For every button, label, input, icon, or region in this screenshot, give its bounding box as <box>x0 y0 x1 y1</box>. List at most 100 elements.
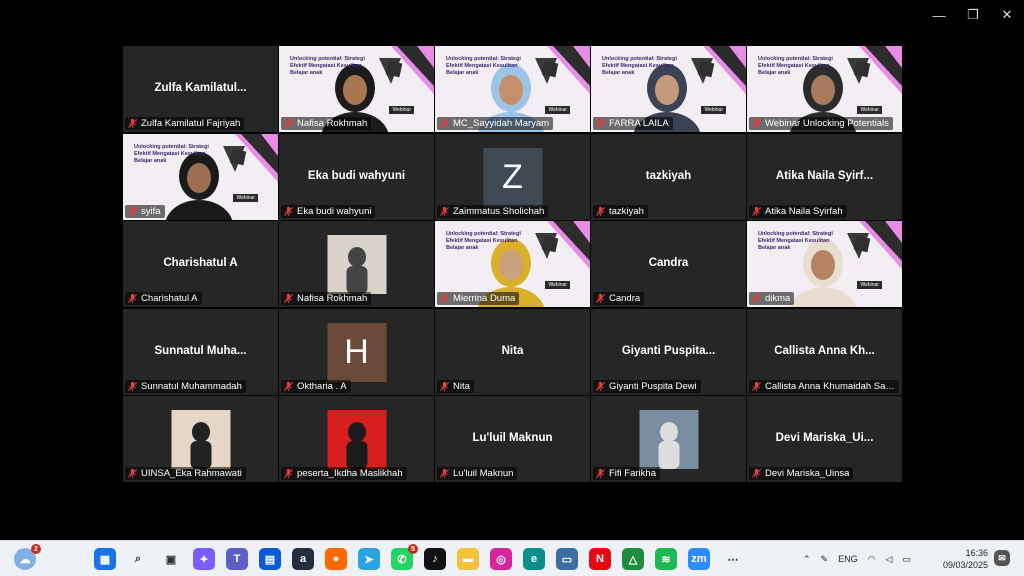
close-button[interactable]: ✕ <box>990 0 1024 30</box>
remote-desktop-icon[interactable]: ▭ <box>556 548 578 570</box>
file-explorer-icon[interactable]: ▬ <box>457 548 479 570</box>
more-icon[interactable]: ⋯ <box>722 548 744 570</box>
participant-tile[interactable]: Nita Nita <box>435 308 590 395</box>
participant-tile[interactable]: Nafisa Rokhmah <box>279 221 434 307</box>
participant-tile[interactable]: Callista Anna Kh... Callista Anna Khumaid… <box>747 308 902 395</box>
participant-tile[interactable]: Lu'luil Maknun Lu'luil Maknun <box>435 396 590 482</box>
participant-display-name: Giyanti Puspita... <box>621 344 716 357</box>
mic-muted-icon <box>751 206 762 216</box>
task-view-icon[interactable]: ▣ <box>160 548 182 570</box>
participant-name-bar: Giyanti Puspita Dewi <box>593 379 701 393</box>
participant-name-label: Nafisa Rokhmah <box>297 118 368 129</box>
amazon-icon[interactable]: a <box>292 548 314 570</box>
participant-tile[interactable]: Unlocking potential: Strategi Efektif Me… <box>435 221 590 307</box>
tiktok-icon[interactable]: ♪ <box>424 548 446 570</box>
profile-photo <box>327 235 386 294</box>
participant-name-label: dikma <box>765 293 791 304</box>
teams-icon[interactable]: T <box>226 548 248 570</box>
participant-name-bar: Webinar Unlocking Potentials <box>749 117 893 130</box>
participant-tile[interactable]: Unlocking potential: Strategi Efektif Me… <box>747 46 902 132</box>
participant-tile[interactable]: Unlocking potential: Strategi Efektif Me… <box>591 46 746 132</box>
participant-tile[interactable]: Unlocking potential: Strategi Efektif Me… <box>123 133 278 220</box>
windows-start-icon[interactable]: ▦ <box>94 548 116 570</box>
mic-muted-icon <box>595 381 606 391</box>
instagram-icon[interactable]: ◎ <box>490 548 512 570</box>
speaker-icon[interactable]: ◁ <box>885 554 892 565</box>
mic-muted-icon <box>439 206 450 216</box>
weather-icon[interactable]: ☁ 2 <box>14 544 41 570</box>
participant-tile[interactable]: Eka budi wahyuni Eka budi wahyuni <box>279 133 434 220</box>
participant-name-label: syifa <box>141 205 161 217</box>
participant-name-label: Nafisa Rokhmah <box>297 293 368 304</box>
wifi-icon[interactable]: ◠ <box>868 554 876 565</box>
slide-tag: Webinar <box>545 281 570 289</box>
notifications-icon[interactable]: ✉ <box>994 550 1010 566</box>
participant-tile[interactable]: UINSA_Eka Rahmawati <box>123 396 278 482</box>
participant-tile[interactable]: Candra Candra <box>591 221 746 307</box>
participant-tile[interactable]: H Oktharia . A <box>279 308 434 395</box>
slide-title: Unlocking potential: Strategi Efektif Me… <box>134 143 209 164</box>
mic-muted-icon <box>751 293 762 304</box>
profile-photo-image <box>327 235 386 294</box>
battery-icon[interactable]: ▭ <box>902 554 911 565</box>
spotify-icon[interactable]: ≋ <box>655 548 677 570</box>
whatsapp-icon[interactable]: ✆ 5 <box>391 544 418 570</box>
participant-tile[interactable]: Charishatul A Charishatul A <box>123 221 278 307</box>
participant-name-bar: peserta_Ikdha Maslikhah <box>281 467 407 480</box>
participant-name-label: Zulfa Kamilatul Fajriyah <box>141 118 241 129</box>
netflix-icon[interactable]: N <box>589 548 611 570</box>
participant-name-bar: Sunnatul Muhammadah <box>125 379 246 393</box>
participant-tile[interactable]: Atika Naila Syirf... Atika Naila Syirfah <box>747 133 902 220</box>
mic-muted-icon <box>595 293 606 304</box>
participant-display-name: Atika Naila Syirf... <box>775 169 874 182</box>
telegram-icon[interactable]: ➤ <box>358 548 380 570</box>
firefox-icon[interactable]: ● <box>325 548 347 570</box>
participant-display-name: Devi Mariska_Ui... <box>775 432 874 444</box>
participant-avatar: Z <box>483 147 542 207</box>
participant-name-bar: Devi Mariska_Uinsa <box>749 467 854 480</box>
participant-tile[interactable]: Giyanti Puspita... Giyanti Puspita Dewi <box>591 308 746 395</box>
mic-muted-icon <box>751 118 762 129</box>
language-indicator[interactable]: ENG <box>838 554 858 564</box>
participant-tile[interactable]: Unlocking potential: Strategi Efektif Me… <box>279 46 434 132</box>
slide-tag: Webinar <box>857 281 882 289</box>
participant-tile[interactable]: peserta_Ikdha Maslikhah <box>279 396 434 482</box>
edge-icon[interactable]: e <box>523 548 545 570</box>
search-icon[interactable]: ⌕ <box>127 548 149 570</box>
profile-photo <box>327 410 386 469</box>
participant-tile[interactable]: Devi Mariska_Ui... Devi Mariska_Uinsa <box>747 396 902 482</box>
participant-tile[interactable]: tazkiyah tazkiyah <box>591 133 746 220</box>
clock[interactable]: 16:36 09/03/2025 <box>943 547 988 571</box>
restore-button[interactable]: ❐ <box>956 0 990 30</box>
store-icon[interactable]: ▤ <box>259 548 281 570</box>
clock-time: 16:36 <box>965 548 988 558</box>
drive-icon[interactable]: △ <box>622 548 644 570</box>
participant-tile[interactable]: Unlocking potential: Strategi Efektif Me… <box>435 46 590 132</box>
participant-name-label: Eka budi wahyuni <box>297 205 372 217</box>
pen-icon[interactable]: ✎ <box>821 554 829 565</box>
copilot-icon[interactable]: ✦ <box>193 548 215 570</box>
participant-tile[interactable]: Unlocking potential: Strategi Efektif Me… <box>747 221 902 307</box>
slide-title: Unlocking potential: Strategi Efektif Me… <box>290 56 365 76</box>
participant-name-bar: Charishatul A <box>125 292 202 305</box>
participant-tile[interactable]: Zulfa Kamilatul... Zulfa Kamilatul Fajriy… <box>123 46 278 132</box>
participant-name-label: Mierrina Duma <box>453 293 516 304</box>
zoom-icon[interactable]: zm <box>688 548 710 570</box>
mic-muted-icon <box>283 206 294 216</box>
system-tray: ⌃ ✎ ENG ◠ ◁ ▭ <box>803 541 911 576</box>
whatsapp-badge: 5 <box>408 544 418 554</box>
participant-name-bar: Fifi Farikha <box>593 467 660 480</box>
mic-muted-icon <box>127 293 138 304</box>
profile-photo <box>171 410 230 469</box>
chevron-up-icon[interactable]: ⌃ <box>803 554 811 565</box>
mic-muted-icon <box>595 468 606 479</box>
participant-tile[interactable]: Z Zaimmatus Sholichah <box>435 133 590 220</box>
slide-title: Unlocking potential: Strategi Efektif Me… <box>446 231 521 251</box>
slide-tag: Webinar <box>857 106 882 114</box>
slide-title: Unlocking potential: Strategi Efektif Me… <box>758 56 833 76</box>
mic-muted-icon <box>283 381 294 391</box>
participant-tile[interactable]: Sunnatul Muha... Sunnatul Muhammadah <box>123 308 278 395</box>
minimize-button[interactable]: — <box>922 0 956 30</box>
participant-tile[interactable]: Fifi Farikha <box>591 396 746 482</box>
mic-muted-icon <box>127 468 138 479</box>
